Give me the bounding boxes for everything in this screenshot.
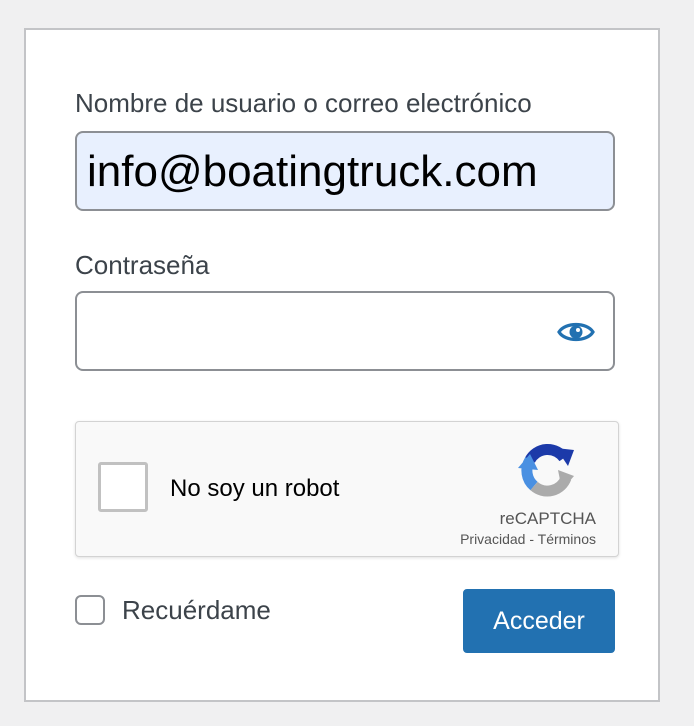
recaptcha-checkbox[interactable] [98, 462, 148, 512]
username-value: info@boatingtruck.com [87, 147, 538, 196]
recaptcha-brand: reCAPTCHA [499, 509, 596, 528]
recaptcha-widget: No soy un robot reCAPTCHA Privacidad - T… [75, 421, 619, 557]
terms-link[interactable]: Términos [538, 531, 596, 547]
password-label: Contraseña [75, 250, 210, 280]
username-field[interactable]: info@boatingtruck.com [75, 131, 615, 211]
login-button[interactable]: Acceder [463, 589, 615, 653]
links-separator: - [529, 531, 534, 547]
recaptcha-logo-icon [518, 443, 574, 497]
remember-checkbox[interactable] [75, 595, 105, 625]
recaptcha-links: Privacidad - Términos [460, 532, 596, 546]
recaptcha-label: No soy un robot [170, 475, 340, 502]
eye-icon[interactable] [557, 318, 595, 346]
privacy-link[interactable]: Privacidad [460, 531, 525, 547]
remember-label[interactable]: Recuérdame [122, 597, 271, 623]
password-field[interactable] [75, 291, 615, 371]
username-label: Nombre de usuario o correo electrónico [75, 88, 532, 118]
login-form: Nombre de usuario o correo electrónico i… [24, 28, 660, 702]
